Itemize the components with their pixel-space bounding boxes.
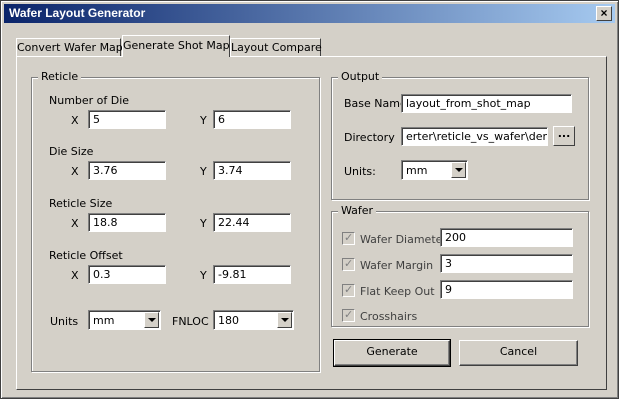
wafer-margin-checkbox[interactable]: [342, 257, 355, 271]
reticle-size-y-input[interactable]: 22.44: [213, 213, 291, 232]
number-of-die-label: Number of Die: [49, 94, 130, 107]
output-units-value: mm: [406, 164, 428, 177]
flat-keep-out-checkbox[interactable]: [342, 283, 355, 297]
reticle-size-x-label: X: [71, 217, 79, 230]
reticle-group-title: Reticle: [38, 70, 82, 83]
wafer-group-title: Wafer: [338, 204, 377, 217]
flat-keep-out-input[interactable]: 9: [440, 280, 573, 299]
reticle-units-select[interactable]: mm: [88, 310, 161, 330]
cancel-button[interactable]: Cancel: [459, 340, 578, 366]
output-units-label: Units:: [344, 165, 376, 178]
browse-directory-button[interactable]: ...: [553, 126, 575, 146]
directory-input[interactable]: erter\reticle_vs_wafer\demo: [401, 127, 548, 146]
tab-layout-compare[interactable]: Layout Compare: [230, 38, 322, 57]
crosshairs-checkbox[interactable]: [342, 308, 355, 322]
reticle-units-value: mm: [93, 314, 115, 327]
base-name-label: Base Name: [344, 97, 407, 110]
base-name-input[interactable]: layout_from_shot_map: [401, 94, 572, 113]
reticle-offset-y-input[interactable]: -9.81: [213, 265, 291, 284]
reticle-offset-x-label: X: [71, 269, 79, 282]
die-size-x-label: X: [71, 165, 79, 178]
reticle-size-y-label: Y: [200, 217, 207, 230]
tab-panel-generate-shot-map: Reticle Number of Die X 5 Y 6 Die Size X…: [16, 56, 607, 390]
number-of-die-x-input[interactable]: 5: [88, 110, 166, 129]
close-button[interactable]: ×: [596, 6, 612, 21]
chevron-down-icon[interactable]: [451, 162, 466, 178]
fnloc-label: FNLOC: [172, 315, 209, 328]
wafer-margin-input[interactable]: 3: [440, 254, 573, 273]
wafer-diameter-checkbox[interactable]: [342, 231, 355, 245]
tab-generate-shot-map[interactable]: Generate Shot Map: [122, 35, 230, 57]
window-title: Wafer Layout Generator: [9, 6, 146, 20]
die-size-y-label: Y: [200, 165, 207, 178]
reticle-size-label: Reticle Size: [49, 197, 113, 210]
output-group-title: Output: [338, 70, 383, 83]
output-units-select[interactable]: mm: [401, 160, 468, 180]
reticle-offset-x-input[interactable]: 0.3: [88, 265, 166, 284]
reticle-group: Reticle Number of Die X 5 Y 6 Die Size X…: [31, 70, 320, 372]
chevron-down-icon[interactable]: [277, 312, 292, 328]
reticle-offset-label: Reticle Offset: [49, 249, 123, 262]
flat-keep-out-label: Flat Keep Out: [360, 285, 435, 298]
directory-label: Directory: [344, 131, 395, 144]
generate-button[interactable]: Generate: [333, 339, 451, 367]
die-size-x-input[interactable]: 3.76: [88, 161, 166, 180]
wafer-diameter-input[interactable]: 200: [440, 228, 573, 247]
number-of-die-y-input[interactable]: 6: [213, 110, 291, 129]
app-window: Wafer Layout Generator × Convert Wafer M…: [0, 0, 619, 399]
crosshairs-label: Crosshairs: [360, 310, 418, 323]
die-size-y-input[interactable]: 3.74: [213, 161, 291, 180]
fnloc-select[interactable]: 180: [213, 310, 294, 330]
number-of-die-x-label: X: [71, 114, 79, 127]
reticle-size-x-input[interactable]: 18.8: [88, 213, 166, 232]
output-group: Output Base Name layout_from_shot_map Di…: [331, 70, 589, 200]
title-bar: Wafer Layout Generator ×: [4, 4, 615, 23]
wafer-group: Wafer Wafer Diameter 200 Wafer Margin 3 …: [331, 204, 589, 327]
wafer-diameter-label: Wafer Diameter: [360, 233, 447, 246]
number-of-die-y-label: Y: [200, 114, 207, 127]
wafer-margin-label: Wafer Margin: [360, 259, 434, 272]
fnloc-value: 180: [218, 314, 239, 327]
reticle-units-label: Units: [50, 315, 79, 328]
tab-convert-wafer-map[interactable]: Convert Wafer Map: [16, 38, 123, 57]
chevron-down-icon[interactable]: [144, 312, 159, 328]
die-size-label: Die Size: [49, 145, 94, 158]
reticle-offset-y-label: Y: [200, 269, 207, 282]
